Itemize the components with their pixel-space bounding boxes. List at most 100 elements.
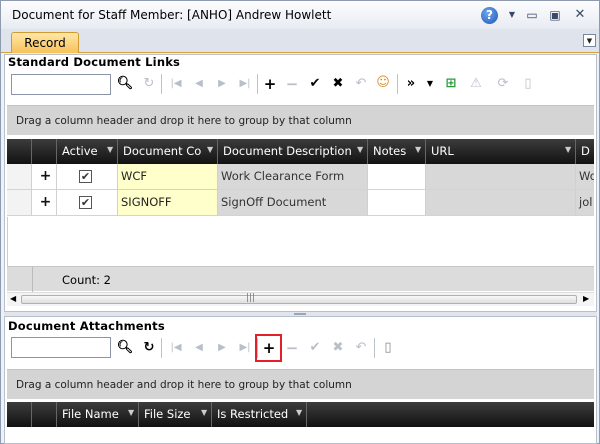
filter-icon[interactable]: ▼ — [207, 145, 214, 154]
minimize-icon[interactable]: ▭ — [524, 7, 540, 23]
tab-strip: Record ▼ — [1, 29, 599, 53]
row-indicator-header — [7, 139, 32, 164]
scroll-right-icon[interactable]: ▶ — [583, 294, 589, 303]
save-check-icon: ✔ — [309, 340, 321, 355]
cancel-x-icon: ✖ — [332, 340, 344, 355]
toolbar-separator — [161, 338, 162, 358]
active-checkbox[interactable]: ✔ — [79, 196, 92, 209]
column-header-file-name[interactable]: File Name ▼ — [57, 402, 139, 427]
users-icon[interactable]: ☺︎ — [374, 74, 392, 92]
url-cell[interactable] — [426, 190, 576, 215]
column-header-active[interactable]: Active ▼ — [57, 139, 118, 164]
column-header-is-restricted[interactable]: Is Restricted ▼ — [212, 402, 307, 427]
refresh-icon: ↻ — [143, 76, 155, 91]
grip-icon: ||| — [246, 293, 256, 303]
filter-icon[interactable]: ▼ — [201, 408, 208, 417]
filter-icon[interactable]: ▼ — [565, 145, 572, 154]
expand-row-icon[interactable]: + — [32, 190, 57, 215]
document-code-cell[interactable]: WCF — [118, 164, 218, 189]
table-row[interactable]: + ✔ SIGNOFF SignOff Document jol — [7, 190, 594, 216]
row-indicator[interactable] — [7, 164, 32, 189]
attachments-section-title: Document Attachments — [8, 319, 165, 333]
search-icon[interactable]: 🔍︎ — [116, 339, 134, 357]
document-description-cell[interactable]: SignOff Document — [218, 190, 368, 215]
links-section-title: Standard Document Links — [8, 55, 181, 69]
filter-icon[interactable]: ▼ — [415, 145, 422, 154]
scrollbar-thumb[interactable]: ||| — [21, 293, 577, 304]
next-record-icon: ▶ — [218, 342, 226, 353]
next-record-icon: ▶ — [218, 78, 226, 89]
row-count-label: Count: 2 — [62, 273, 111, 287]
help-dropdown-icon[interactable]: ▼ — [504, 7, 520, 23]
sync-icon: ⟳ — [497, 76, 509, 91]
attachments-grid-body — [7, 427, 594, 443]
filter-icon[interactable]: ▼ — [357, 145, 364, 154]
row-indicator[interactable] — [7, 190, 32, 215]
document-description-cell[interactable]: Work Clearance Form — [218, 164, 368, 189]
column-header-file-size[interactable]: File Size ▼ — [139, 402, 212, 427]
expand-row-icon[interactable]: + — [32, 164, 57, 189]
attachments-grid-header: File Name ▼ File Size ▼ Is Restricted ▼ — [7, 402, 594, 427]
links-grid-header: Active ▼ Document Co ▼ Document Descriptio… — [7, 139, 594, 164]
highlight-box — [255, 334, 282, 362]
cancel-x-icon[interactable]: ✖ — [329, 75, 347, 93]
help-icon[interactable]: ? — [481, 7, 498, 24]
filter-icon[interactable]: ▼ — [107, 145, 114, 154]
scroll-left-icon[interactable]: ◀ — [10, 294, 16, 303]
tab-record[interactable]: Record — [11, 32, 79, 53]
document-icon[interactable]: ▯ — [379, 339, 397, 357]
add-icon[interactable]: + — [261, 75, 279, 93]
column-header-notes[interactable]: Notes ▼ — [368, 139, 426, 164]
column-header-document-description[interactable]: Document Description ▼ — [218, 139, 368, 164]
links-grid-empty-area — [7, 217, 594, 266]
extra-cell[interactable]: jol — [576, 190, 594, 215]
filter-icon[interactable]: ▼ — [128, 408, 135, 417]
expand-header — [32, 402, 57, 427]
toolbar-separator — [161, 74, 162, 94]
export-icon: ⚠ — [470, 76, 482, 91]
last-record-icon: ▶| — [239, 78, 251, 89]
first-record-icon: |◀ — [170, 342, 182, 353]
tab-menu-icon[interactable]: ▼ — [583, 34, 596, 47]
window-title: Document for Staff Member: [ANHO] Andrew… — [12, 8, 332, 22]
document-code-cell[interactable]: SIGNOFF — [118, 190, 218, 215]
more-actions-icon[interactable]: » — [402, 75, 420, 93]
row-indicator-header — [7, 402, 32, 427]
active-checkbox[interactable]: ✔ — [79, 170, 92, 183]
filter-icon[interactable]: ▼ — [296, 408, 303, 417]
more-dropdown-icon[interactable]: ▼ — [421, 75, 439, 93]
save-check-icon[interactable]: ✔ — [306, 75, 324, 93]
undo-icon: ↶ — [355, 76, 367, 91]
table-row[interactable]: + ✔ WCF Work Clearance Form Wo — [7, 164, 594, 190]
last-record-icon: ▶| — [239, 342, 251, 353]
add-green-icon[interactable]: ⊞ — [442, 75, 460, 93]
attachments-group-area[interactable]: Drag a column header and drop it here to… — [7, 369, 594, 399]
expand-header — [32, 139, 57, 164]
links-horizontal-scrollbar[interactable]: ◀ ||| ▶ — [7, 292, 594, 306]
close-icon[interactable]: ✕ — [572, 7, 588, 23]
document-icon: ▯ — [524, 76, 532, 91]
column-header-url[interactable]: URL ▼ — [426, 139, 576, 164]
active-cell[interactable]: ✔ — [57, 190, 118, 215]
undo-icon: ↶ — [355, 340, 367, 355]
search-icon[interactable]: 🔍︎ — [116, 75, 134, 93]
links-search-input[interactable] — [11, 74, 111, 95]
toolbar-separator — [374, 338, 375, 358]
links-group-area[interactable]: Drag a column header and drop it here to… — [7, 105, 594, 135]
notes-cell[interactable] — [368, 190, 426, 215]
title-bar: Document for Staff Member: [ANHO] Andrew… — [1, 1, 599, 29]
column-header-extra[interactable]: D — [576, 139, 594, 164]
attachments-search-input[interactable] — [11, 337, 111, 358]
links-grid-footer: Count: 2 — [7, 266, 594, 292]
previous-record-icon: ◀ — [195, 78, 203, 89]
notes-cell[interactable] — [368, 164, 426, 189]
refresh-icon[interactable]: ↻ — [140, 339, 158, 357]
splitter-grip-icon — [294, 313, 306, 315]
first-record-icon: |◀ — [170, 78, 182, 89]
active-cell[interactable]: ✔ — [57, 164, 118, 189]
maximize-icon[interactable]: ▣ — [547, 7, 563, 23]
column-header-document-code[interactable]: Document Co ▼ — [118, 139, 218, 164]
extra-cell[interactable]: Wo — [576, 164, 594, 189]
remove-icon: − — [285, 339, 299, 357]
url-cell[interactable] — [426, 164, 576, 189]
